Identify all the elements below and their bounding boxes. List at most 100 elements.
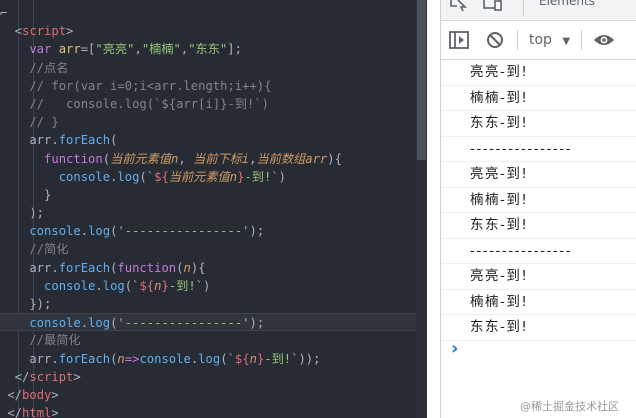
code-line: } [0, 186, 420, 204]
code-token: . [80, 224, 89, 239]
code-token: log [198, 351, 221, 366]
editor-scrollbar-thumb[interactable] [417, 0, 426, 160]
code-token: function [117, 260, 177, 275]
console-toolbar: top ▼ [441, 21, 636, 60]
code-token: arr. [0, 260, 59, 275]
code-token: forEach [58, 351, 111, 366]
code-token: -到! [264, 351, 292, 366]
code-token: (` [124, 278, 140, 293]
code-line: </html> [0, 404, 420, 418]
sidebar-toggle-icon[interactable] [449, 31, 469, 49]
code-line: console.log(`${n}-到!`) [0, 277, 420, 295]
console-message: 楠楠-到! [441, 290, 636, 315]
code-token: n [117, 351, 125, 366]
code-line: arr.forEach(n=>console.log(`${n}-到!`)); [0, 350, 420, 368]
code-token: . [95, 278, 103, 293]
code-token: } [161, 278, 169, 293]
code-line: //简化 [0, 240, 420, 258]
console-message: 东东-到! [441, 111, 636, 137]
code-token: forEach [58, 260, 111, 275]
code-line: function(当前元素值n, 当前下标i,当前数组arr){ [0, 150, 420, 168]
code-token: console [0, 224, 81, 239]
code-line: arr.forEach( [0, 131, 420, 149]
code-token: console [0, 316, 81, 331]
code-token: console [0, 169, 111, 184]
inspect-element-icon[interactable] [449, 0, 469, 12]
code-token: // for(var i=0;i<arr.length;i++){ [0, 78, 272, 93]
code-line: console.log('----------------'); [0, 313, 420, 332]
code-token: '----------------' [117, 224, 250, 239]
code-token: =[ [80, 42, 96, 57]
code-token: ${ [154, 169, 169, 184]
code-token: </ [0, 387, 23, 402]
code-line: var arr=["亮亮","楠楠","东东"]; [0, 40, 420, 58]
console-message-text: 楠楠-到! [470, 89, 529, 106]
code-token: 当前元素值n [168, 169, 238, 184]
code-token: log [117, 169, 140, 184]
code-token: (` [220, 351, 235, 366]
code-token: (` [139, 169, 155, 184]
toolbar-divider [581, 30, 582, 50]
code-token: html [22, 406, 52, 418]
code-token: -到! [168, 278, 196, 293]
console-message: 亮亮-到! [441, 264, 636, 290]
console-prompt[interactable]: › [451, 338, 458, 359]
console-message: 楠楠-到! [441, 86, 636, 111]
clear-console-icon[interactable] [486, 31, 504, 49]
code-token: //简化 [0, 242, 69, 257]
code-token: ${ [234, 351, 250, 366]
code-line: }); [0, 295, 420, 313]
code-token: 当前下标i [193, 151, 250, 166]
code-token: "亮亮" [95, 42, 135, 57]
code-token: `) [195, 278, 211, 293]
code-token: ); [249, 316, 265, 331]
code-token: log [88, 224, 111, 239]
code-token: > [66, 24, 74, 39]
code-token: arr [58, 42, 81, 57]
console-message: ---------------- [441, 239, 636, 264]
code-token: ( [102, 151, 111, 166]
console-message: ---------------- [441, 137, 636, 162]
code-line: //点名 [0, 59, 420, 77]
code-token: < [0, 24, 23, 39]
console-message: 亮亮-到! [441, 60, 636, 86]
dropdown-arrow-icon: ▼ [562, 36, 571, 47]
code-lines[interactable]: ⌐ <script> var arr=["亮亮","楠楠","东东"]; //点… [0, 4, 420, 418]
code-token: forEach [58, 133, 111, 148]
code-token: ${ [139, 278, 155, 293]
code-token: => [124, 351, 140, 366]
code-editor[interactable]: ⌐ <script> var arr=["亮亮","楠楠","东东"]; //点… [0, 0, 427, 418]
code-token: 当前元素值n [110, 151, 179, 166]
code-token: > [51, 406, 59, 418]
console-message-text: 东东-到! [470, 217, 529, 233]
code-line: arr.forEach(function(n){ [0, 259, 420, 277]
tab-elements[interactable]: Elements [539, 0, 595, 8]
code-token: script [22, 24, 67, 39]
code-token: , [178, 151, 194, 166]
code-token: console [139, 351, 191, 366]
code-token: //最简化 [0, 333, 81, 348]
code-token: // console.log(`${arr[i]}-到!`) [0, 96, 269, 111]
code-line: ); [0, 204, 420, 222]
eye-icon[interactable] [593, 32, 615, 48]
devtools-tabbar: Elements [441, 0, 636, 21]
code-token: ){ [327, 151, 342, 166]
code-line: </body> [0, 386, 420, 404]
watermark: @稀土掘金技术社区 [520, 400, 619, 413]
code-token: `)); [291, 351, 321, 366]
context-selector[interactable]: top ▼ [529, 31, 570, 49]
code-line: <script> [0, 22, 420, 40]
code-token: > [73, 369, 81, 384]
code-token: arr. [0, 133, 59, 148]
code-token: ⌐ [0, 6, 8, 20]
toolbar-divider [523, 0, 524, 16]
code-token: n [249, 351, 257, 366]
code-token: log [88, 316, 111, 331]
device-toolbar-icon[interactable] [483, 0, 503, 12]
code-line: </script> [0, 368, 420, 386]
code-token: var [0, 42, 59, 57]
code-line: // console.log(`${arr[i]}-到!`) [0, 95, 420, 113]
code-token: log [102, 278, 125, 293]
code-token: } [0, 187, 52, 202]
code-token: ); [0, 206, 45, 221]
